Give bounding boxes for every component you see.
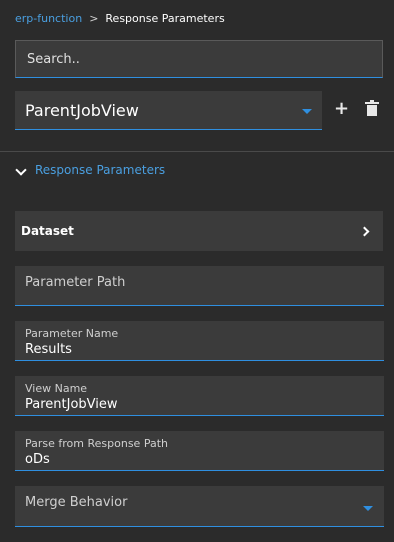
plus-icon: + — [334, 98, 350, 119]
breadcrumb-link-erp-function[interactable]: erp-function — [15, 12, 82, 25]
dataset-label: Dataset — [21, 224, 74, 238]
search-input[interactable]: Search.. — [15, 40, 383, 78]
view-name-label: View Name — [25, 382, 88, 395]
merge-behavior-select[interactable]: Merge Behavior — [15, 486, 384, 527]
caret-down-icon — [363, 506, 373, 511]
parameter-name-value: Results — [25, 342, 72, 357]
view-name-field[interactable]: View Name ParentJobView — [15, 376, 384, 416]
delete-button[interactable] — [365, 100, 379, 116]
parse-response-path-label: Parse from Response Path — [25, 437, 168, 450]
breadcrumb-separator: > — [89, 12, 99, 25]
breadcrumb-current: Response Parameters — [105, 12, 225, 25]
dataset-row[interactable]: Dataset — [15, 211, 383, 251]
view-select-value: ParentJobView — [25, 101, 139, 120]
section-title: Response Parameters — [35, 163, 166, 177]
parameter-path-placeholder: Parameter Path — [25, 275, 126, 290]
chevron-right-icon — [359, 226, 370, 237]
search-placeholder: Search.. — [27, 52, 80, 67]
parse-response-path-value: oDs — [25, 452, 50, 467]
breadcrumb: erp-function > Response Parameters — [15, 12, 225, 25]
parameter-path-field[interactable]: Parameter Path — [15, 266, 384, 306]
section-divider — [0, 151, 394, 152]
add-button[interactable]: + — [334, 100, 349, 118]
parameter-name-label: Parameter Name — [25, 327, 119, 340]
parse-response-path-field[interactable]: Parse from Response Path oDs — [15, 431, 384, 471]
caret-down-icon — [302, 109, 312, 114]
chevron-down-icon — [15, 164, 27, 176]
parameter-name-field[interactable]: Parameter Name Results — [15, 321, 384, 361]
view-select[interactable]: ParentJobView — [15, 91, 322, 130]
view-name-value: ParentJobView — [25, 397, 118, 412]
merge-behavior-label: Merge Behavior — [25, 495, 128, 510]
